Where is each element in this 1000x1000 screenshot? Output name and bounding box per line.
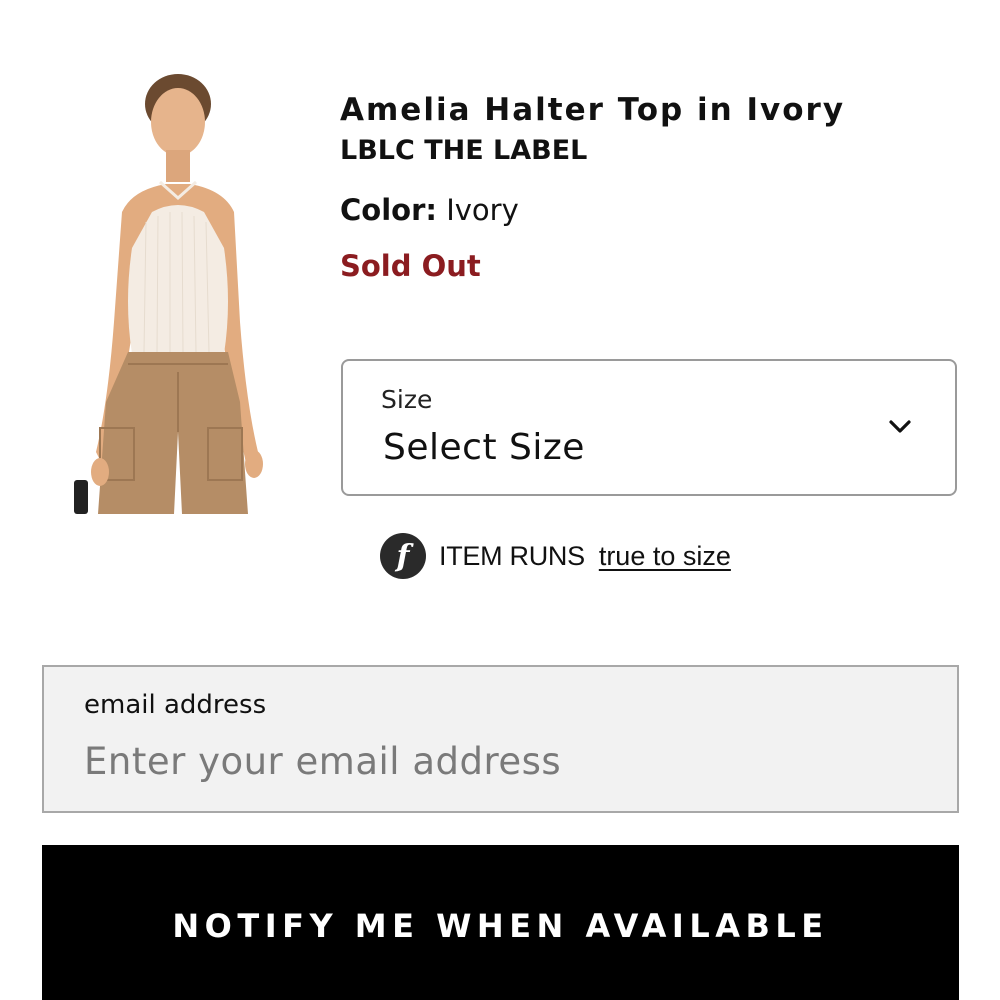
size-select[interactable]: Size Select Size xyxy=(341,359,957,496)
notify-me-button[interactable]: NOTIFY ME WHEN AVAILABLE xyxy=(42,845,959,1000)
brand-name[interactable]: LBLC THE LABEL xyxy=(340,132,960,170)
product-page: Amelia Halter Top in Ivory LBLC THE LABE… xyxy=(0,0,1000,1000)
color-label: Color: xyxy=(340,193,437,227)
true-to-size-link[interactable]: true to size xyxy=(599,541,731,572)
sold-out-status: Sold Out xyxy=(340,249,481,283)
fit-predictor-icon: f xyxy=(380,533,426,579)
product-title[interactable]: Amelia Halter Top in Ivory xyxy=(340,88,960,132)
email-input[interactable] xyxy=(84,733,914,789)
product-info: Amelia Halter Top in Ivory LBLC THE LABE… xyxy=(340,88,960,286)
product-image[interactable] xyxy=(62,72,282,514)
fit-info: f ITEM RUNS true to size xyxy=(380,533,731,579)
color-line: Color: Ivory xyxy=(340,190,960,230)
size-value: Select Size xyxy=(383,427,585,468)
email-label: email address xyxy=(84,690,267,720)
email-field-container[interactable]: email address xyxy=(42,665,959,813)
color-value: Ivory xyxy=(446,193,519,227)
chevron-down-icon xyxy=(889,420,911,433)
fit-text: ITEM RUNS xyxy=(439,540,585,571)
size-label: Size xyxy=(381,385,433,414)
